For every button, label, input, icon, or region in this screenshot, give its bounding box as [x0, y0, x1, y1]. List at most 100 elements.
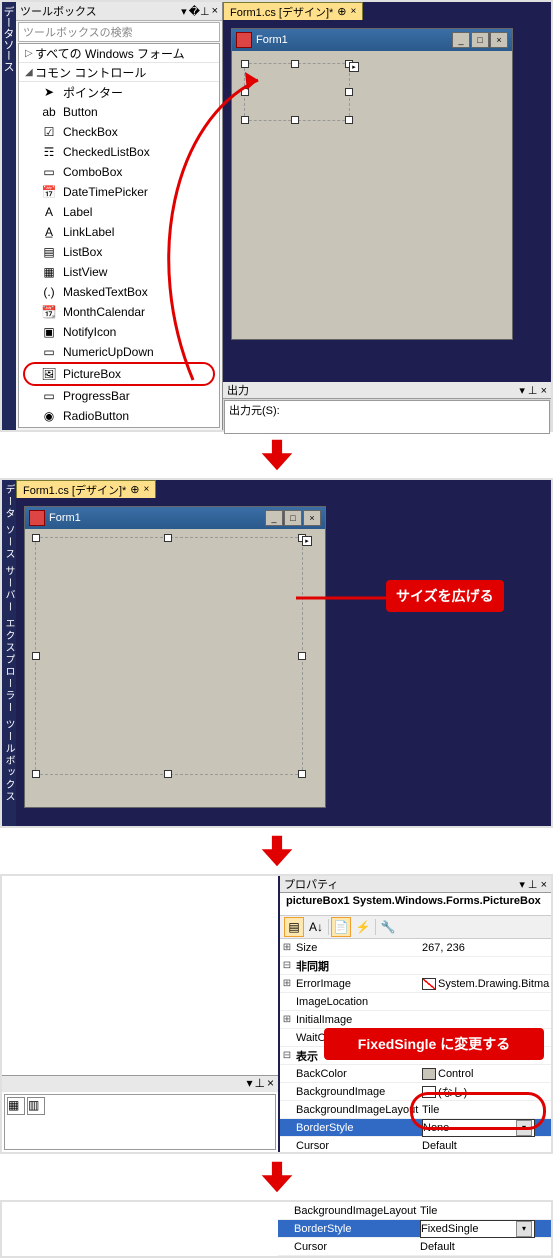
- expand-icon[interactable]: ⊟: [280, 1050, 294, 1061]
- document-tab[interactable]: Form1.cs [デザイン]* ⊕ ×: [16, 480, 156, 498]
- control-icon: 📅: [41, 185, 57, 199]
- dropdown-button[interactable]: ▾: [516, 1221, 532, 1237]
- wrench-icon[interactable]: 🔧: [378, 917, 398, 937]
- pin-icon[interactable]: �⊥: [189, 5, 210, 18]
- property-value[interactable]: Tile: [422, 1104, 551, 1116]
- close-icon[interactable]: ×: [541, 385, 547, 397]
- pin-icon[interactable]: ⊥: [528, 879, 538, 891]
- toolbox-item-notifyicon[interactable]: ▣NotifyIcon: [19, 322, 219, 342]
- property-row-cursor[interactable]: CursorDefault: [278, 1238, 551, 1256]
- toolbox-item-progressbar[interactable]: ▭ProgressBar: [19, 386, 219, 406]
- toolbox-item-picturebox[interactable]: 🖼PictureBox: [23, 362, 215, 386]
- property-value[interactable]: 267, 236: [422, 942, 551, 954]
- close-icon[interactable]: ×: [541, 879, 547, 891]
- close-icon[interactable]: ×: [267, 1076, 274, 1092]
- property-value[interactable]: FixedSingle▾: [420, 1220, 535, 1238]
- alphabetic-button[interactable]: A↓: [306, 917, 326, 937]
- form-window[interactable]: Form1 _ □ × ▸: [24, 506, 326, 808]
- property-row-borderstyle[interactable]: BorderStyleFixedSingle▾: [278, 1220, 551, 1238]
- property-name: ErrorImage: [294, 978, 422, 990]
- toolbox-item-label[interactable]: ALabel: [19, 202, 219, 222]
- picturebox-control[interactable]: ▸: [244, 63, 350, 121]
- property-row-imagelocation[interactable]: ImageLocation: [280, 993, 551, 1011]
- document-tab[interactable]: Form1.cs [デザイン]* ⊕ ×: [223, 2, 363, 20]
- design-surface[interactable]: Form1 _ □ × ▸ サイズを広げる: [16, 498, 551, 826]
- picturebox-control[interactable]: ▸: [35, 537, 303, 775]
- close-button[interactable]: ×: [490, 32, 508, 48]
- expand-icon[interactable]: ⊞: [280, 978, 294, 989]
- toolbox-item-label: MonthCalendar: [63, 305, 145, 319]
- toolbox-item-maskedtextbox[interactable]: (.)MaskedTextBox: [19, 282, 219, 302]
- property-row-size[interactable]: ⊞Size267, 236: [280, 939, 551, 957]
- dropdown-icon[interactable]: ▾: [519, 879, 525, 891]
- expand-icon[interactable]: ⊞: [280, 1014, 294, 1025]
- sidebar-tab-datasource[interactable]: データソース: [2, 2, 16, 430]
- property-row-backgroundimage[interactable]: BackgroundImage(なし): [280, 1083, 551, 1101]
- property-row-errorimage[interactable]: ⊞ErrorImageSystem.Drawing.Bitma: [280, 975, 551, 993]
- form-window[interactable]: Form1 _ □ × ▸: [231, 28, 513, 340]
- tree-group-common[interactable]: ◢ コモン コントロール: [19, 63, 219, 82]
- property-row-backgroundimagelayout[interactable]: BackgroundImageLayoutTile: [280, 1101, 551, 1119]
- events-button[interactable]: ⚡: [353, 917, 373, 937]
- close-button[interactable]: ×: [303, 510, 321, 526]
- minimize-button[interactable]: _: [452, 32, 470, 48]
- toolbox-item-radiobutton[interactable]: ◉RadioButton: [19, 406, 219, 426]
- tab-pin-icon[interactable]: ⊕: [130, 483, 139, 496]
- toolbox-item-linklabel[interactable]: A̲LinkLabel: [19, 222, 219, 242]
- toolbox-item-monthcalendar[interactable]: 📆MonthCalendar: [19, 302, 219, 322]
- pin-icon[interactable]: ⊥: [255, 1076, 265, 1092]
- maximize-button[interactable]: □: [471, 32, 489, 48]
- maximize-button[interactable]: □: [284, 510, 302, 526]
- toolbox-item-button[interactable]: abButton: [19, 102, 219, 122]
- smarttag-icon[interactable]: ▸: [349, 62, 359, 72]
- smarttag-icon[interactable]: ▸: [302, 536, 312, 546]
- tab-close-icon[interactable]: ×: [144, 484, 150, 495]
- db-icon[interactable]: ▥: [27, 1097, 45, 1115]
- property-value[interactable]: System.Drawing.Bitma: [422, 978, 551, 990]
- pin-icon[interactable]: ⊥: [528, 385, 538, 397]
- property-name: Size: [294, 942, 422, 954]
- properties-button[interactable]: 📄: [331, 917, 351, 937]
- toolbox-item-checkedlistbox[interactable]: ☶CheckedListBox: [19, 142, 219, 162]
- dropdown-icon[interactable]: ▾: [247, 1076, 253, 1092]
- toolbox-item-numericupdown[interactable]: ▭NumericUpDown: [19, 342, 219, 362]
- tab-pin-icon[interactable]: ⊕: [337, 5, 346, 18]
- expand-icon[interactable]: ⊟: [280, 960, 294, 971]
- property-value[interactable]: (なし): [422, 1084, 551, 1100]
- properties-object-selector[interactable]: pictureBox1 System.Windows.Forms.Picture…: [280, 893, 551, 916]
- categorized-button[interactable]: ▤: [284, 917, 304, 937]
- property-row-borderstyle[interactable]: BorderStyleNone▾: [280, 1119, 551, 1137]
- toolbox-item-listview[interactable]: ▦ListView: [19, 262, 219, 282]
- dropdown-icon[interactable]: ▾: [519, 385, 525, 397]
- tree-group-all[interactable]: ▷ すべての Windows フォーム: [19, 44, 219, 63]
- toolbox-item-checkbox[interactable]: ☑CheckBox: [19, 122, 219, 142]
- tab-close-icon[interactable]: ×: [351, 6, 357, 17]
- property-row-非同期[interactable]: ⊟非同期: [280, 957, 551, 975]
- close-icon[interactable]: ×: [212, 5, 218, 18]
- toolbox-item-listbox[interactable]: ▤ListBox: [19, 242, 219, 262]
- property-row-cursor[interactable]: CursorDefault: [280, 1137, 551, 1152]
- toolbox-item-ポインター[interactable]: ➤ポインター: [19, 82, 219, 102]
- design-surface[interactable]: Form1 _ □ × ▸: [223, 20, 551, 380]
- minimize-button[interactable]: _: [265, 510, 283, 526]
- properties-panel: プロパティ ▾ ⊥ × pictureBox1 System.Windows.F…: [280, 876, 551, 1152]
- property-value[interactable]: Control: [422, 1068, 551, 1080]
- toolbox-search-input[interactable]: ツールボックスの検索: [18, 22, 220, 42]
- expand-icon[interactable]: ⊞: [280, 942, 294, 953]
- db-icon[interactable]: ▦: [7, 1097, 25, 1115]
- dropdown-icon[interactable]: ▾: [181, 5, 187, 18]
- toolbox-item-combobox[interactable]: ▭ComboBox: [19, 162, 219, 182]
- property-value[interactable]: Default: [420, 1241, 551, 1253]
- sidebar-tabs[interactable]: データ ソース サーバー エクスプローラー ツールボックス: [2, 480, 16, 826]
- left-dock: ▾ ⊥ × ▦ ▥: [2, 876, 280, 1152]
- left-combo[interactable]: ▦ ▥: [4, 1094, 276, 1150]
- property-value[interactable]: Default: [422, 1140, 551, 1152]
- property-row-initialimage[interactable]: ⊞InitialImage: [280, 1011, 551, 1029]
- property-row-backgroundimagelayout[interactable]: BackgroundImageLayoutTile: [278, 1202, 551, 1220]
- property-value[interactable]: None▾: [422, 1119, 535, 1137]
- dropdown-button[interactable]: ▾: [516, 1120, 532, 1136]
- designer-area: Form1.cs [デザイン]* ⊕ × Form1 _ □ ×: [223, 2, 551, 430]
- property-value[interactable]: Tile: [420, 1205, 551, 1217]
- property-row-backcolor[interactable]: BackColorControl: [280, 1065, 551, 1083]
- toolbox-item-datetimepicker[interactable]: 📅DateTimePicker: [19, 182, 219, 202]
